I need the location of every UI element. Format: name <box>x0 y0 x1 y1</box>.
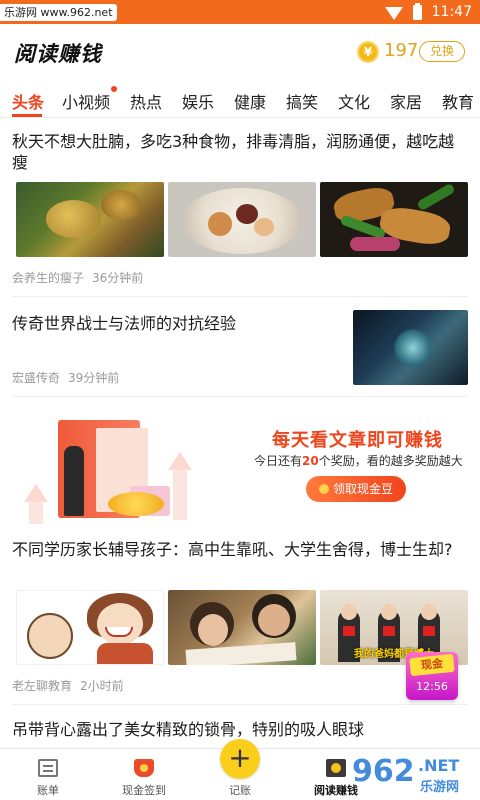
nav-cash-signin[interactable]: 现金签到 <box>96 749 192 800</box>
nav-signin-label: 现金签到 <box>122 784 166 797</box>
article-source: 老左聊教育 <box>12 679 73 693</box>
watermark-net: .NET <box>418 756 460 775</box>
nav-bill[interactable]: 账单 <box>0 749 96 800</box>
app-bar: 阅读赚钱 ¥ 197 兑换 <box>0 24 480 80</box>
promo-person-illustration <box>64 446 84 516</box>
coin-icon <box>318 484 329 494</box>
article-meta: 会养生的瘦子 36分钟前 <box>12 269 143 286</box>
article-thumbnail[interactable] <box>353 310 468 385</box>
category-tabs: 头条 小视频 热点 娱乐 健康 搞笑 文化 家居 教育 <box>0 80 480 118</box>
nav-record-label: 记账 <box>229 784 251 797</box>
tab-funny[interactable]: 搞笑 <box>286 89 318 113</box>
add-record-button[interactable]: + <box>220 739 260 779</box>
promo-coins-illustration <box>108 492 164 516</box>
article-source: 宏盛传奇 <box>12 371 61 385</box>
article-thumbnail[interactable] <box>168 182 316 257</box>
divider <box>12 396 468 397</box>
divider <box>12 296 468 297</box>
signin-badge-icon <box>134 759 154 777</box>
tab-health[interactable]: 健康 <box>234 89 266 113</box>
article-time: 39分钟前 <box>68 371 120 385</box>
coin-count: 197 <box>384 40 419 61</box>
battery-icon <box>412 2 422 20</box>
tab-entertainment[interactable]: 娱乐 <box>182 89 214 113</box>
promo-arrow-decor <box>168 452 192 470</box>
app-title: 阅读赚钱 <box>14 42 102 66</box>
exchange-button[interactable]: 兑换 <box>419 41 465 62</box>
wifi-icon <box>384 7 403 20</box>
article-source: 会养生的瘦子 <box>12 271 85 285</box>
article-meta: 宏盛传奇 39分钟前 <box>12 369 119 386</box>
watermark-bottom: 962 .NET 乐游网 <box>340 748 480 800</box>
promo-banner[interactable]: 每天看文章即可赚钱 今日还有20个奖励，看的越多奖励越大 领取现金豆 <box>0 398 480 530</box>
floating-cash-reward[interactable]: 现金 12:56 <box>406 652 458 700</box>
coin-icon: ¥ <box>357 41 379 63</box>
tab-hot[interactable]: 热点 <box>130 89 162 113</box>
promo-arrow-decor <box>24 484 48 502</box>
divider <box>12 704 468 705</box>
status-icons: 11:47 <box>384 0 472 24</box>
tab-education[interactable]: 教育 <box>442 89 474 113</box>
tab-home[interactable]: 家居 <box>390 89 422 113</box>
status-time: 11:47 <box>431 4 472 20</box>
promo-bar-decor <box>29 502 43 524</box>
tab-headlines[interactable]: 头条 <box>12 89 44 113</box>
promo-title: 每天看文章即可赚钱 <box>272 430 443 451</box>
promo-sub-suffix: 个奖励，看的越多奖励越大 <box>318 454 463 468</box>
nav-bill-label: 账单 <box>37 784 59 797</box>
claim-button-label: 领取现金豆 <box>332 482 393 496</box>
article-time: 36分钟前 <box>92 271 144 285</box>
article-title[interactable]: 吊带背心露出了美女精致的锁骨，特别的吸人眼球 <box>12 719 468 740</box>
active-tab-indicator <box>12 114 42 117</box>
article-title[interactable]: 不同学历家长辅导孩子：高中生靠吼、大学生舍得，博士生却? <box>12 539 468 560</box>
promo-bar-decor <box>173 470 187 520</box>
cash-label: 现金 <box>409 653 455 677</box>
promo-sub-prefix: 今日还有 <box>254 454 303 468</box>
article-thumbnail[interactable] <box>16 182 164 257</box>
watermark-sub: 乐游网 <box>420 780 460 795</box>
bill-icon <box>38 759 58 777</box>
tab-culture[interactable]: 文化 <box>338 89 370 113</box>
claim-cash-beans-button[interactable]: 领取现金豆 <box>306 476 406 502</box>
watermark-top: 乐游网 www.962.net <box>0 4 117 21</box>
article-thumbnail[interactable] <box>168 590 316 665</box>
article-time: 2小时前 <box>80 679 124 693</box>
new-dot-badge <box>111 86 117 92</box>
promo-reward-count: 20 <box>302 454 319 468</box>
article-title[interactable]: 秋天不想大肚腩，多吃3种食物，排毒清脂，润肠通便，越吃越瘦 <box>12 131 468 173</box>
article-thumbnail[interactable] <box>320 182 468 257</box>
promo-subtitle: 今日还有20个奖励，看的越多奖励越大 <box>254 452 463 469</box>
tab-short-video[interactable]: 小视频 <box>62 89 110 113</box>
article-meta: 老左聊教育 2小时前 <box>12 677 124 694</box>
status-bar: 乐游网 www.962.net 11:47 <box>0 0 480 24</box>
watermark-logo: 962 <box>352 754 415 789</box>
cash-timer: 12:56 <box>416 680 448 693</box>
article-title[interactable]: 传奇世界战士与法师的对抗经验 <box>12 313 342 334</box>
article-thumbnail[interactable] <box>16 590 164 665</box>
